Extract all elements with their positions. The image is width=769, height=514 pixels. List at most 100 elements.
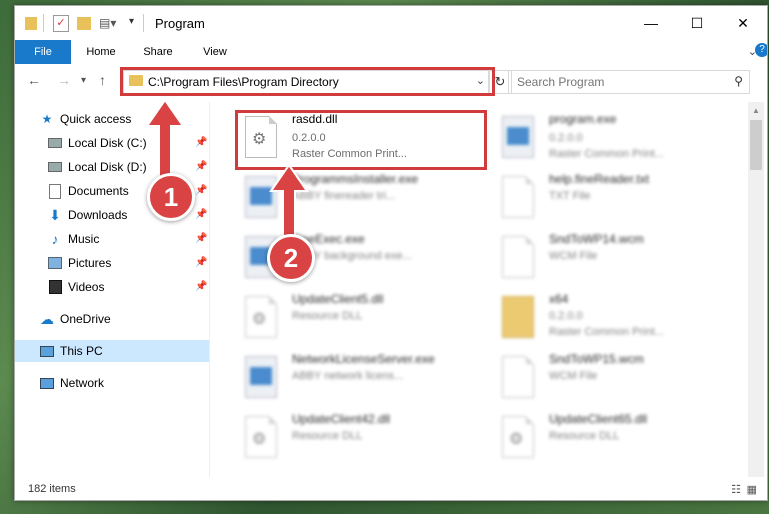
window-title: Program [155,16,205,31]
pin-icon[interactable]: 📌 [195,209,207,220]
close-button[interactable]: ✕ [720,6,766,40]
music-note-icon: ♪ [51,231,59,247]
file-explorer-window: ✓ ▤▾ ▾ Program — ☐ ✕ File Home Share Vie… [14,5,768,501]
sidebar-item-label: OneDrive [60,312,111,326]
tab-home[interactable]: Home [77,40,125,64]
tab-file[interactable]: File [15,40,71,64]
arrow-up-icon [145,98,185,185]
details-view-icon[interactable]: ☷ [731,483,741,496]
maximize-button[interactable]: ☐ [674,6,720,40]
recent-locations-icon[interactable]: ▾ [81,75,86,86]
file-name: ProgrammsInstaller.exe [292,172,419,186]
folder-icon [25,17,37,30]
file-detail: Raster Common Print... [549,148,664,160]
list-item[interactable]: SndToWP15.wcm WCM File [494,348,744,408]
pin-icon[interactable]: 📌 [195,281,207,292]
list-item[interactable]: ⚙ UpdateClient65.dll Resource DLL [494,408,744,468]
file-name: NetworkLicenseServer.exe [292,352,435,366]
customize-toolbar-icon[interactable]: ▤▾ [99,16,116,32]
file-detail: 0.2.0.0 [549,132,583,144]
tiles-view-icon[interactable]: ▦ [747,483,757,496]
file-detail: Raster Common Print... [549,326,664,338]
folder-icon [502,296,534,338]
dll-gear-icon: ⚙ [245,296,277,338]
list-item[interactable]: ⚙ UpdateClient5.dll Resource DLL [237,288,487,348]
title-bar: ✓ ▤▾ ▾ Program — ☐ ✕ [15,6,767,40]
picture-icon [48,256,62,270]
sidebar-item-label: Pictures [68,256,112,270]
sidebar-item-network[interactable]: Network [15,372,209,394]
help-icon[interactable]: ? [755,43,767,57]
file-detail: WCM File [549,250,598,262]
document-icon [48,183,62,199]
file-icon [502,236,534,278]
sidebar-item-label: Local Disk (D:) [68,160,147,174]
file-name: SndToWP14.wcm [549,232,644,246]
text-file-icon [502,176,534,218]
file-name: UpdateClient5.dll [292,292,384,306]
file-detail: Resource DLL [292,430,363,442]
back-arrow-icon[interactable]: ← [27,72,41,88]
sidebar-item-label: Quick access [60,112,132,126]
status-bar: 182 items ☷ ▦ [15,480,767,500]
computer-icon [40,344,54,358]
scrollbar-thumb[interactable] [750,120,762,170]
pin-icon[interactable]: 📌 [195,257,207,268]
pin-icon[interactable]: 📌 [195,161,207,172]
tab-share[interactable]: Share [135,40,181,64]
up-arrow-icon[interactable]: ↑ [99,72,106,88]
sidebar-item-label: Local Disk (C:) [68,136,147,150]
file-detail: Resource DLL [549,430,620,442]
pin-icon[interactable]: 📌 [195,137,207,148]
list-item[interactable]: ⚙ UpdateClient42.dll Resource DLL [237,408,487,468]
list-item[interactable]: NetworkLicenseServer.exe ABBY network li… [237,348,487,408]
address-row: ← → ▾ ↑ C:\Program Files\Program Directo… [15,64,767,97]
scroll-up-icon[interactable]: ▲ [752,106,760,115]
list-item[interactable]: x64 0.2.0.0 Raster Common Print... [494,288,744,348]
file-detail: Resource DLL [292,310,363,322]
search-box[interactable]: ⚲ [508,70,750,94]
highlight-box-address [120,67,495,96]
sidebar-item-music[interactable]: ♪ Music 📌 [15,228,209,250]
sidebar-item-pictures[interactable]: Pictures 📌 [15,252,209,274]
list-item[interactable]: SndToWP14.wcm WCM File [494,228,744,288]
new-folder-icon[interactable] [77,17,91,30]
divider [43,14,44,32]
file-list: ⚙ rasdd.dll 0.2.0.0 Raster Common Print.… [229,102,749,477]
network-icon [40,376,54,390]
cloud-icon: ☁ [40,310,54,327]
list-item[interactable]: program.exe 0.2.0.0 Raster Common Print.… [494,108,744,168]
minimize-button[interactable]: — [628,6,674,40]
file-detail: TXT File [549,190,591,202]
sidebar-item-videos[interactable]: Videos 📌 [15,276,209,298]
pin-icon[interactable]: 📌 [195,233,207,244]
exe-icon [245,356,277,398]
download-arrow-icon: ⬇ [49,206,61,223]
sidebar-item-label: Network [60,376,105,390]
forward-arrow-icon[interactable]: → [57,72,71,88]
file-name: help.fineReader.txt [549,172,650,186]
file-detail: 0.2.0.0 [549,310,583,322]
file-name: UpdateClient42.dll [292,412,391,426]
dll-gear-icon: ⚙ [502,416,534,458]
file-detail: WCM File [549,370,598,382]
sidebar-item-onedrive[interactable]: ☁ OneDrive [15,308,209,330]
sidebar-item-label: Downloads [68,208,128,222]
film-icon [48,280,62,294]
pin-icon[interactable]: 📌 [195,185,207,196]
sidebar-item-label: Documents [68,184,129,198]
file-name: program.exe [549,112,617,126]
vertical-scrollbar[interactable]: ▲ [748,102,764,477]
search-icon[interactable]: ⚲ [734,74,743,88]
properties-icon[interactable]: ✓ [53,15,69,32]
dll-gear-icon: ⚙ [245,416,277,458]
sidebar-item-this-pc[interactable]: This PC [15,340,209,362]
drive-icon [48,136,62,150]
sidebar-item-label: This PC [60,344,103,358]
tab-view[interactable]: View [193,40,237,64]
search-input[interactable] [515,74,719,90]
list-item[interactable]: help.fineReader.txt TXT File [494,168,744,228]
item-count: 182 items [28,483,76,495]
file-name: SndToWP15.wcm [549,352,644,366]
chevron-down-icon[interactable]: ▾ [129,16,134,32]
